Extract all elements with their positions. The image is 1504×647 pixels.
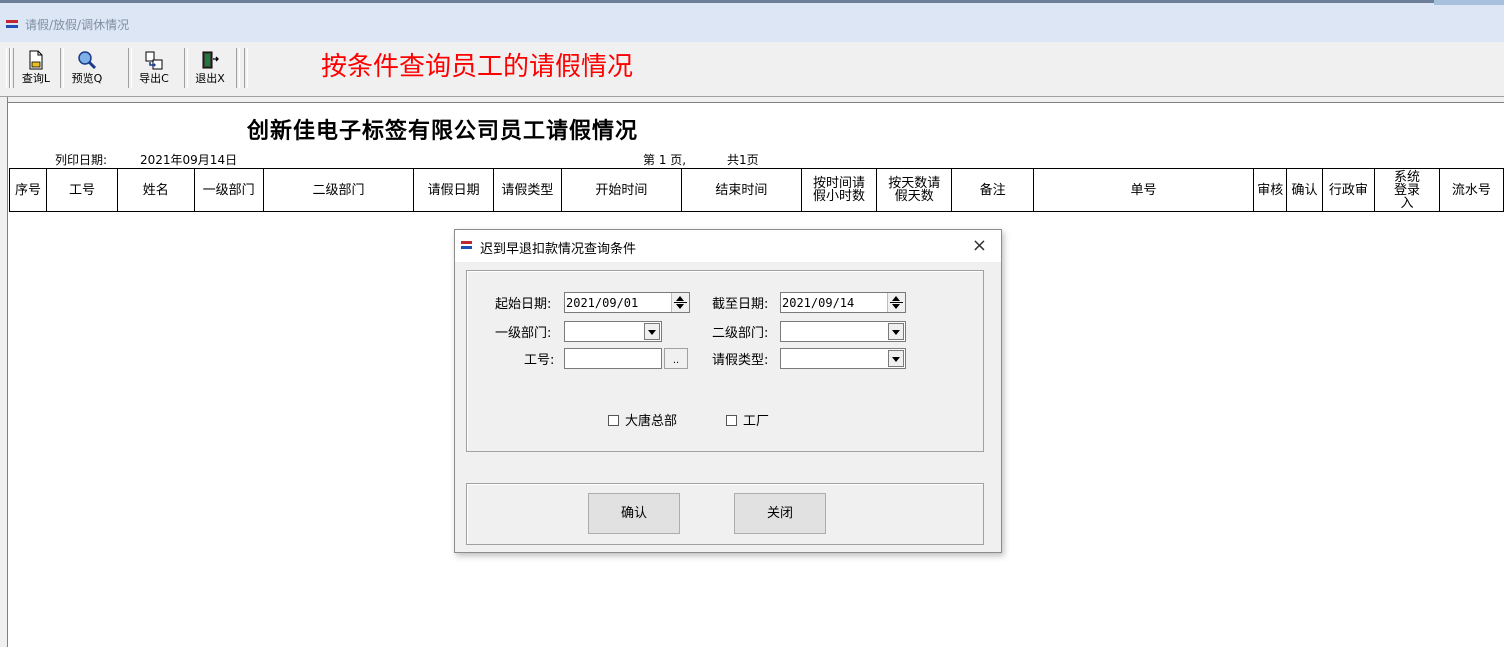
spin-arrows-icon[interactable] — [671, 293, 689, 312]
total-pages: 共1页 — [727, 153, 759, 167]
column-header[interactable]: 序号 — [8, 168, 48, 212]
column-header[interactable]: 开始时间 — [560, 168, 682, 212]
dept2-value[interactable] — [781, 322, 887, 341]
toolbar-separator — [60, 48, 64, 88]
factory-checkbox[interactable]: 工厂 — [726, 410, 769, 429]
preview-button-label: 预览Q — [71, 72, 103, 85]
report-table: 序号 工号 姓名 一级部门 二级部门 请假日期 请假类型 开始时间 结束时间 按… — [8, 168, 1504, 212]
column-header[interactable]: 流水号 — [1438, 168, 1504, 212]
column-header[interactable]: 审核 — [1253, 168, 1288, 212]
magnifier-icon — [77, 50, 97, 70]
toolbar-separator — [236, 48, 240, 88]
column-header-text: 按时间请假小时数 — [813, 176, 866, 204]
column-header[interactable]: 二级部门 — [262, 168, 415, 212]
print-date-value: 2021年09月14日 — [140, 153, 238, 167]
toolbar-grip[interactable] — [10, 48, 14, 88]
export-icon — [144, 50, 164, 70]
toolbar: 查询L 预览Q 导出C 退出X — [0, 42, 1504, 97]
dept1-select[interactable] — [564, 321, 662, 342]
chevron-down-icon[interactable] — [644, 323, 660, 340]
annotation-heading: 按条件查询员工的请假情况 — [321, 52, 634, 82]
window-titlebar: 请假/放假/调休情况 — [0, 0, 1504, 42]
toolbar-separator — [128, 48, 132, 88]
report-frame-top — [0, 97, 1504, 103]
leave-type-value[interactable] — [781, 349, 887, 368]
query-button-label: 查询L — [21, 72, 51, 85]
query-button[interactable]: 查询L — [16, 48, 56, 90]
employee-no-input[interactable] — [565, 349, 661, 368]
preview-button[interactable]: 预览Q — [67, 48, 107, 90]
app-logo-icon — [6, 20, 20, 29]
print-date-label: 列印日期: — [55, 153, 108, 167]
leave-type-select[interactable] — [780, 348, 906, 369]
dept1-value[interactable] — [565, 322, 643, 341]
column-header[interactable]: 确认 — [1286, 168, 1323, 212]
exit-door-icon — [200, 50, 220, 70]
dialog-titlebar: 迟到早退扣款情况查询条件 × — [455, 230, 1001, 262]
employee-no-label: 工号: — [524, 353, 555, 368]
column-header-text: 按天数请假天数 — [888, 176, 941, 204]
leave-type-label: 请假类型: — [712, 353, 769, 368]
exit-button[interactable]: 退出X — [190, 48, 230, 90]
toolbar-separator — [244, 48, 248, 88]
dialog-title: 迟到早退扣款情况查询条件 — [480, 242, 637, 257]
button-group — [466, 483, 984, 545]
export-button[interactable]: 导出C — [134, 48, 174, 90]
chevron-down-icon[interactable] — [888, 323, 904, 340]
window-title: 请假/放假/调休情况 — [25, 18, 130, 32]
dept2-label: 二级部门: — [712, 326, 769, 341]
column-header[interactable]: 备注 — [951, 168, 1034, 212]
toolbar-separator — [184, 48, 188, 88]
column-header[interactable]: 工号 — [46, 168, 118, 212]
app-logo-icon — [461, 241, 474, 250]
column-header[interactable]: 一级部门 — [193, 168, 264, 212]
window-accent — [1434, 0, 1504, 5]
column-header[interactable]: 请假类型 — [492, 168, 562, 212]
datang-hq-label: 大唐总部 — [625, 414, 678, 429]
checkbox-icon[interactable] — [608, 415, 619, 426]
exit-button-label: 退出X — [195, 72, 225, 85]
column-header[interactable]: 请假日期 — [413, 168, 494, 212]
column-header-text: 系统登录入 — [1393, 169, 1420, 211]
document-search-icon — [26, 50, 46, 70]
chevron-down-icon[interactable] — [888, 350, 904, 367]
close-icon[interactable]: × — [972, 235, 987, 256]
checkbox-icon[interactable] — [726, 415, 737, 426]
page-number: 第 1 页, — [643, 153, 687, 167]
spin-arrows-icon[interactable] — [887, 293, 905, 312]
start-date-label: 起始日期: — [495, 297, 552, 312]
column-header[interactable]: 按天数请假天数 — [876, 168, 953, 212]
confirm-button[interactable]: 确认 — [588, 493, 680, 534]
close-button[interactable]: 关闭 — [734, 493, 826, 534]
dept1-label: 一级部门: — [495, 326, 552, 341]
report-title: 创新佳电子标签有限公司员工请假情况 — [247, 118, 639, 144]
column-header[interactable]: 结束时间 — [680, 168, 802, 212]
end-date-label: 截至日期: — [712, 297, 769, 312]
query-dialog: 迟到早退扣款情况查询条件 × 起始日期: 截至日期: 一级部门: 二级部门: 工… — [454, 229, 1002, 553]
employee-no-field[interactable] — [564, 348, 662, 369]
datang-hq-checkbox[interactable]: 大唐总部 — [608, 410, 677, 429]
column-header[interactable]: 单号 — [1032, 168, 1255, 212]
column-header[interactable]: 姓名 — [116, 168, 195, 212]
browse-employee-button[interactable]: .. — [664, 348, 688, 369]
report-frame-left — [0, 97, 8, 647]
table-header-row: 序号 工号 姓名 一级部门 二级部门 请假日期 请假类型 开始时间 结束时间 按… — [8, 168, 1504, 212]
column-header[interactable]: 行政审 — [1321, 168, 1376, 212]
end-date-input[interactable] — [781, 293, 887, 312]
factory-label: 工厂 — [743, 414, 770, 429]
end-date-picker[interactable] — [780, 292, 906, 313]
start-date-input[interactable] — [565, 293, 671, 312]
start-date-picker[interactable] — [564, 292, 690, 313]
column-header[interactable]: 系统登录入 — [1374, 168, 1440, 212]
column-header[interactable]: 按时间请假小时数 — [800, 168, 878, 212]
export-button-label: 导出C — [139, 72, 169, 85]
dept2-select[interactable] — [780, 321, 906, 342]
